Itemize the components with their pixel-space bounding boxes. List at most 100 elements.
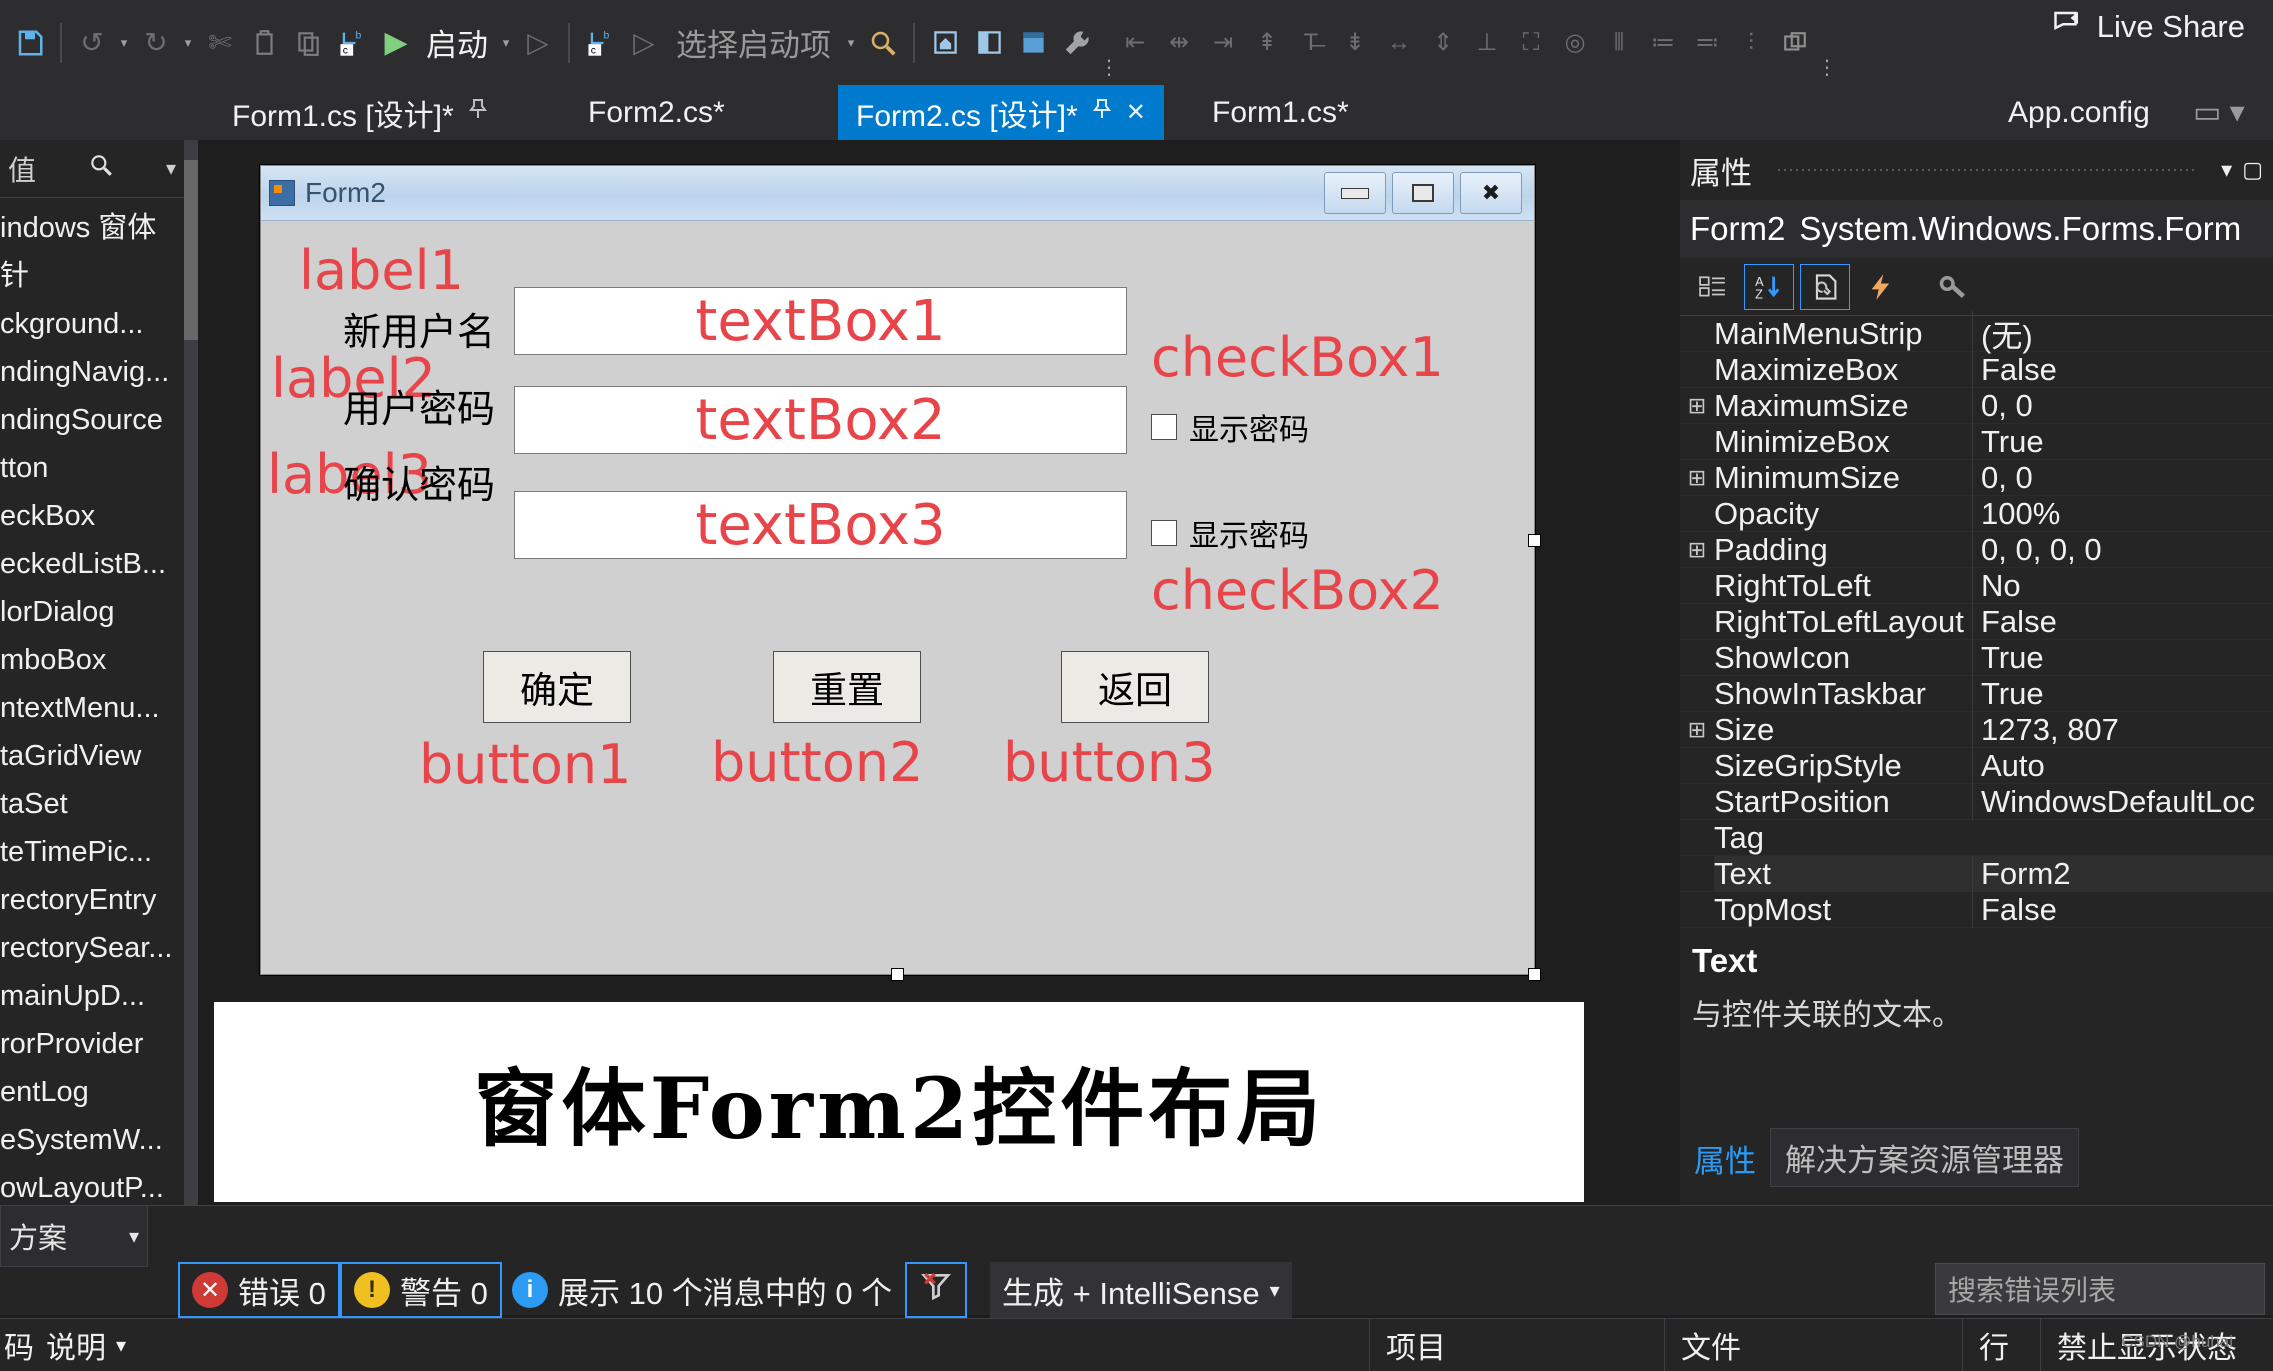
properties-object-row[interactable]: Form2 System.Windows.Forms.Form — [1680, 200, 2273, 258]
button1-confirm[interactable]: 确定 — [483, 651, 631, 723]
property-row-selected[interactable]: Text Form2 — [1680, 855, 2273, 892]
property-row[interactable]: RightToLeft No — [1680, 567, 2273, 604]
maximize-icon[interactable] — [1392, 172, 1454, 214]
expander-icon[interactable]: ⊞ — [1680, 393, 1714, 419]
property-row[interactable]: ⊞ MaximumSize 0, 0 — [1680, 387, 2273, 424]
property-value[interactable]: WindowsDefaultLoc — [1972, 783, 2273, 820]
tab-properties[interactable]: 属性 — [1680, 1130, 1770, 1187]
property-value[interactable]: 100% — [1972, 495, 2273, 532]
align-rights-icon[interactable]: ⇥ — [1201, 16, 1245, 70]
column-project[interactable]: 项目 — [1370, 1318, 1665, 1371]
button2-reset[interactable]: 重置 — [773, 651, 921, 723]
play-outline-icon[interactable]: ▷ — [622, 16, 666, 70]
toolbox-scrollbar-thumb[interactable] — [184, 160, 198, 340]
tab-solution-explorer[interactable]: 解决方案资源管理器 — [1770, 1128, 2079, 1187]
properties-icon[interactable] — [1800, 263, 1850, 310]
toolbox-search-row[interactable]: 值 ▾ — [0, 140, 184, 198]
bring-to-front-icon[interactable] — [1773, 16, 1817, 70]
property-value[interactable]: True — [1972, 675, 2273, 712]
property-pages-icon[interactable] — [1928, 264, 1978, 310]
column-description[interactable]: 说明 ▾ — [30, 1318, 1370, 1371]
chevron-down-icon[interactable]: ▾ — [1270, 1278, 1280, 1303]
error-list-left-label[interactable]: 方案 ▾ — [0, 1205, 148, 1267]
live-share-button[interactable]: Live Share — [2051, 8, 2245, 46]
errors-chip[interactable]: ✕ 错误 0 — [178, 1262, 340, 1318]
categorized-icon[interactable] — [1688, 264, 1738, 310]
checkbox1[interactable]: 显示密码 — [1151, 405, 1309, 449]
home-icon[interactable] — [923, 16, 967, 70]
toolwindow-icon[interactable] — [1011, 16, 1055, 70]
paste-icon[interactable] — [286, 16, 330, 70]
search-icon[interactable] — [88, 152, 114, 185]
vertical-spacing-icon[interactable]: ≕ — [1685, 16, 1729, 70]
property-row[interactable]: RightToLeftLayout False — [1680, 603, 2273, 640]
align-centers-icon[interactable]: ⇹ — [1157, 16, 1201, 70]
undo-dropdown-icon[interactable]: ▾ — [114, 35, 134, 51]
property-row[interactable]: Tag — [1680, 820, 2273, 856]
toolbox-item-contextmenustrip[interactable]: ntextMenu... — [0, 684, 184, 732]
align-middles-icon[interactable]: T̶ — [1289, 16, 1333, 70]
resize-handle-corner[interactable] — [1528, 968, 1541, 981]
property-value[interactable]: Form2 — [1972, 855, 2273, 892]
resize-handle-bottom[interactable] — [891, 968, 904, 981]
start-without-debug-icon[interactable]: ▷ — [516, 16, 560, 70]
property-row[interactable]: MaximizeBox False — [1680, 351, 2273, 388]
checkbox2-box[interactable] — [1151, 520, 1177, 546]
property-row[interactable]: SizeGripStyle Auto — [1680, 747, 2273, 784]
make-same-width-icon[interactable]: ↔ — [1377, 16, 1421, 70]
property-value[interactable]: Auto — [1972, 747, 2273, 784]
window-layout-icon[interactable] — [967, 16, 1011, 70]
toolbox-item-datetimepicker[interactable]: teTimePic... — [0, 828, 184, 876]
label2-password[interactable]: 用户密码 — [343, 378, 495, 433]
property-row[interactable]: ⊞ Size 1273, 807 — [1680, 711, 2273, 748]
textbox3[interactable]: textBox3 — [514, 491, 1127, 559]
close-icon[interactable]: ✖ — [1460, 172, 1522, 214]
property-row[interactable]: Opacity 100% — [1680, 495, 2273, 532]
layout-toolbar-overflow-icon[interactable]: ⋮ — [1817, 55, 1837, 85]
find-icon[interactable] — [861, 16, 905, 70]
toolbox-item-filesystemwatcher[interactable]: eSystemW... — [0, 1116, 184, 1164]
label3-confirm-password[interactable]: 确认密码 — [343, 454, 495, 509]
tab-form1-code[interactable]: Form1.cs* — [1194, 85, 1367, 140]
property-value[interactable]: 0, 0, 0, 0 — [1972, 531, 2273, 568]
tab-overflow-icon[interactable]: ▭ ▾ — [2175, 85, 2263, 140]
toolbox-item-pointer[interactable]: 针 — [0, 252, 184, 300]
column-file[interactable]: 文件 — [1665, 1318, 1963, 1371]
properties-maximize-icon[interactable]: ▢ — [2242, 157, 2263, 183]
toolbox-item-eventlog[interactable]: entLog — [0, 1068, 184, 1116]
property-value[interactable]: No — [1972, 567, 2273, 604]
increase-spacing-icon[interactable]: ⫶ — [1729, 16, 1773, 70]
center-vertically-icon[interactable]: ⦀ — [1597, 16, 1641, 70]
close-icon[interactable]: ✕ — [1126, 98, 1146, 127]
property-row[interactable]: StartPosition WindowsDefaultLoc — [1680, 783, 2273, 820]
tab-form2-code[interactable]: Form2.cs* — [570, 85, 743, 140]
property-value[interactable]: 0, 0 — [1972, 459, 2273, 496]
make-same-height-icon[interactable]: ⇕ — [1421, 16, 1465, 70]
form-designer-canvas[interactable]: Form2 ✖ label1 label2 label3 新用户名 用户密码 确… — [198, 142, 1663, 1205]
resize-handle-right[interactable] — [1528, 534, 1541, 547]
pin-icon[interactable] — [468, 98, 488, 127]
textbox2[interactable]: textBox2 — [514, 386, 1127, 454]
toolbox-search-input[interactable]: 值 — [8, 149, 36, 189]
toolbox-scrollbar[interactable] — [184, 140, 198, 1205]
property-row[interactable]: ShowInTaskbar True — [1680, 675, 2273, 712]
center-horizontally-icon[interactable]: ◎ — [1553, 16, 1597, 70]
expander-icon[interactable]: ⊞ — [1680, 717, 1714, 743]
select-startup-dropdown-icon[interactable]: ▾ — [841, 35, 861, 51]
checkbox2[interactable]: 显示密码 — [1151, 511, 1309, 555]
property-row[interactable]: ShowIcon True — [1680, 639, 2273, 676]
search-error-list-input[interactable]: 搜索错误列表 — [1935, 1263, 2265, 1315]
property-value[interactable]: False — [1972, 603, 2273, 640]
property-row[interactable]: TopMost False — [1680, 891, 2273, 928]
toolbox-item-checkbox[interactable]: eckBox — [0, 492, 184, 540]
copy-icon[interactable] — [242, 16, 286, 70]
property-value[interactable]: 0, 0 — [1972, 387, 2273, 424]
build-scope-dropdown[interactable]: 生成 + IntelliSense ▾ — [990, 1262, 1292, 1318]
minimize-icon[interactable] — [1324, 172, 1386, 214]
tab-form2-designer[interactable]: Form2.cs [设计]* ✕ — [838, 85, 1164, 140]
navigate-forward-icon[interactable]: bc — [578, 16, 622, 70]
redo-dropdown-icon[interactable]: ▾ — [178, 35, 198, 51]
start-debug-icon[interactable]: ▶ — [374, 16, 418, 70]
cut-icon[interactable]: ✄ — [198, 16, 242, 70]
property-value[interactable]: 1273, 807 — [1972, 711, 2273, 748]
